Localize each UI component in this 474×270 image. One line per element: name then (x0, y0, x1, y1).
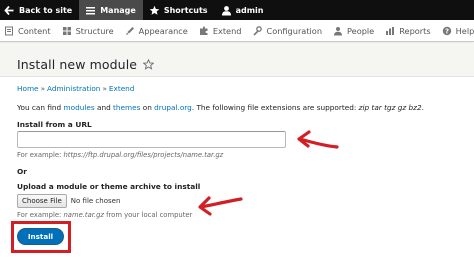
back-to-site-link[interactable]: Back to site (0, 0, 79, 20)
intro-suffix: . The following file extensions are supp… (191, 103, 359, 112)
url-hint: For example: https://ftp.drupal.org/file… (17, 151, 223, 159)
page-header: Install new module (0, 43, 474, 77)
back-to-site-label: Back to site (19, 5, 73, 15)
annotation-arrow-icon (198, 196, 243, 216)
user-label: admin (235, 5, 264, 15)
manage-label: Manage (100, 5, 136, 15)
modules-link[interactable]: modules (64, 103, 95, 112)
star-icon (149, 5, 160, 16)
tray-item-label: Content (18, 25, 51, 36)
page-title-text: Install new module (17, 57, 138, 72)
tray-item-help[interactable]: ? Help (442, 26, 474, 36)
page-title: Install new module (17, 57, 155, 72)
file-upload: Choose File No file chosen (17, 194, 120, 208)
install-button[interactable]: Install (17, 228, 64, 245)
intro-on: on (140, 103, 155, 112)
tray-item-label: Help (455, 25, 474, 36)
tray-item-configuration[interactable]: Configuration (252, 26, 322, 36)
themes-link[interactable]: themes (113, 103, 140, 112)
user-icon (221, 5, 232, 16)
tray-item-appearance[interactable]: Appearance (125, 26, 188, 36)
user-tab[interactable]: admin (215, 0, 271, 20)
url-hint-prefix: For example: (17, 151, 64, 159)
tray-item-structure[interactable]: Structure (62, 26, 114, 36)
intro-end: . (421, 103, 424, 112)
tray-item-label: Configuration (266, 25, 323, 36)
configuration-icon (252, 25, 263, 36)
url-input[interactable] (17, 131, 286, 148)
or-label: Or (17, 167, 27, 176)
svg-text:?: ? (445, 27, 449, 35)
tray-item-people[interactable]: People (333, 26, 374, 36)
tray-item-label: People (347, 25, 375, 36)
intro-text: You can find modules and themes on drupa… (17, 103, 424, 112)
admin-toolbar: Back to site Manage Shortcuts admin (0, 0, 474, 20)
arrow-left-icon (4, 5, 15, 16)
tray-item-label: Appearance (138, 25, 188, 36)
reports-icon (385, 26, 395, 36)
upload-hint: For example: name.tar.gz from your local… (17, 211, 192, 219)
intro-prefix: You can find (17, 103, 64, 112)
shortcuts-label: Shortcuts (163, 5, 208, 15)
shortcut-star-icon[interactable] (143, 59, 155, 70)
extend-icon (199, 26, 209, 36)
drupal-org-link[interactable]: drupal.org (154, 103, 192, 112)
breadcrumb-separator: » (40, 84, 46, 93)
appearance-icon (125, 26, 135, 36)
file-status: No file chosen (70, 197, 121, 205)
shortcuts-tab[interactable]: Shortcuts (143, 0, 215, 20)
breadcrumb-administration[interactable]: Administration (47, 84, 100, 93)
manage-tab[interactable]: Manage (79, 0, 143, 20)
tray-item-content[interactable]: Content (4, 26, 51, 36)
tray-item-label: Extend (212, 25, 242, 36)
upload-field-label: Upload a module or theme archive to inst… (17, 182, 201, 191)
upload-hint-example: name.tar.gz (63, 211, 104, 219)
people-icon (333, 26, 343, 36)
tray-item-extend[interactable]: Extend (199, 25, 242, 36)
breadcrumb: Home» Administration» Extend (17, 84, 134, 93)
breadcrumb-extend[interactable]: Extend (109, 84, 135, 93)
tray-item-reports[interactable]: Reports (385, 25, 431, 36)
intro-and: and (94, 103, 114, 112)
supported-extensions: zip tar tgz gz bz2 (358, 103, 422, 112)
admin-tray: Content Structure Appearance Extend Conf… (0, 20, 474, 42)
menu-icon (85, 5, 96, 16)
annotation-arrow-icon (297, 130, 339, 149)
tray-item-label: Structure (75, 25, 114, 36)
url-field-label: Install from a URL (17, 120, 92, 129)
structure-icon (62, 26, 72, 36)
url-hint-example: https://ftp.drupal.org/files/projects/na… (63, 151, 224, 159)
help-icon: ? (442, 26, 452, 36)
content-icon (4, 26, 14, 36)
choose-file-button[interactable]: Choose File (17, 194, 67, 208)
breadcrumb-home[interactable]: Home (17, 84, 39, 93)
breadcrumb-separator: » (102, 84, 107, 93)
upload-hint-suffix: from your local computer (103, 211, 193, 219)
upload-hint-prefix: For example: (17, 211, 64, 219)
tray-item-label: Reports (399, 25, 431, 36)
